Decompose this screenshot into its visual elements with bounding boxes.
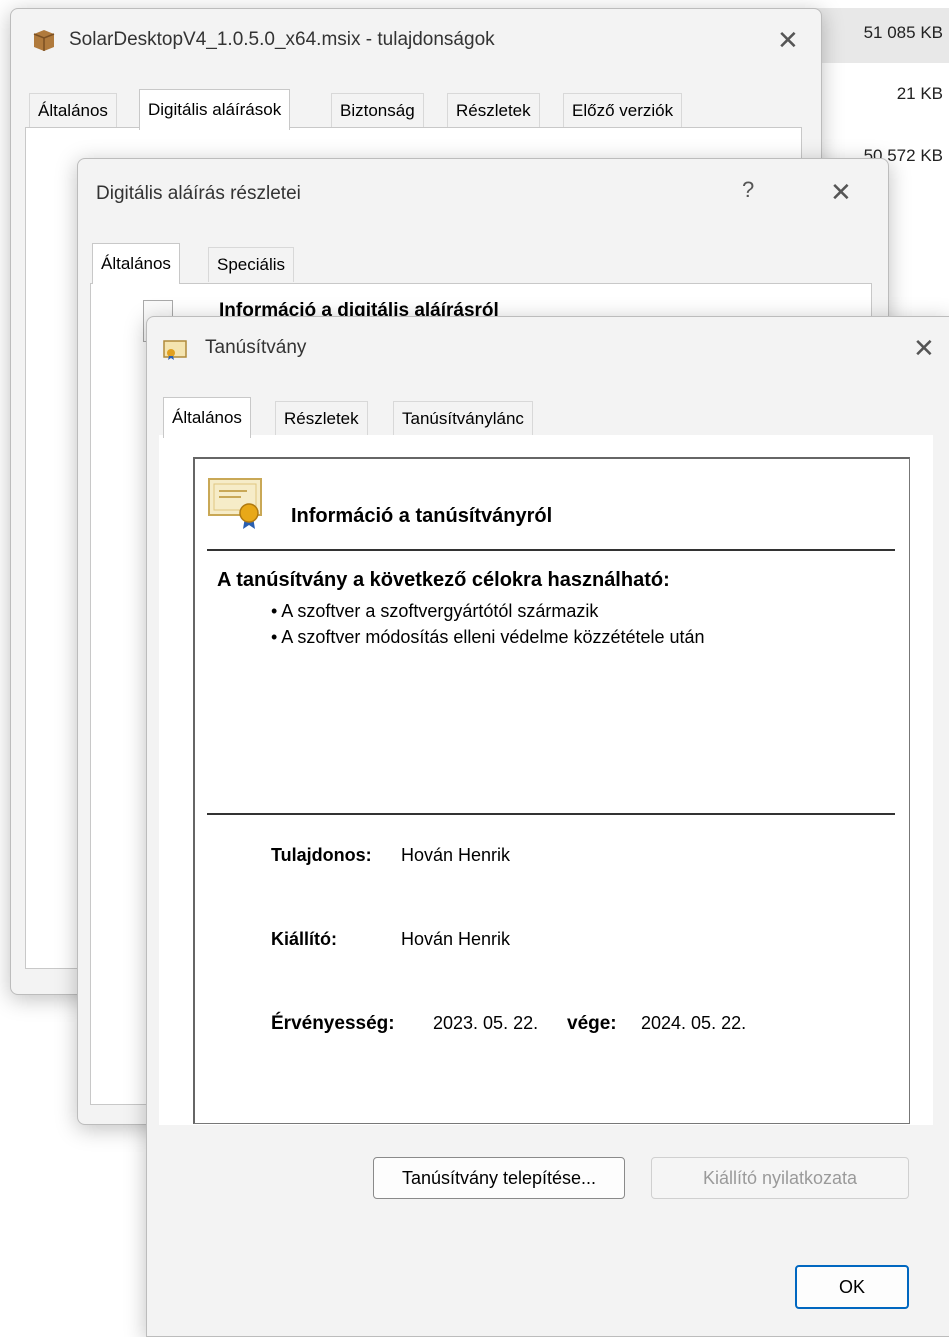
validity-label: Érvényesség: <box>271 1013 395 1034</box>
purpose-item: • A szoftver módosítás elleni védelme kö… <box>271 627 705 647</box>
certificate-window: Tanúsítvány ✕ Általános Részletek Tanúsí… <box>146 316 949 1337</box>
help-icon[interactable]: ? <box>742 179 754 201</box>
tab-bar: Általános Részletek Tanúsítványlánc <box>147 397 949 438</box>
certificate-large-icon <box>208 478 262 529</box>
purpose-heading: A tanúsítvány a következő célokra haszná… <box>217 569 670 591</box>
info-title: Információ a tanúsítványról <box>291 505 553 527</box>
valid-from: 2023. 05. 22. <box>433 1013 539 1033</box>
package-icon <box>33 30 55 51</box>
info-box: Információ a tanúsítványról A tanúsítván… <box>193 457 910 1124</box>
valid-to: 2024. 05. 22. <box>641 1013 747 1033</box>
install-certificate-button[interactable]: Tanúsítvány telepítése... <box>373 1157 625 1199</box>
issuer-label: Kiállító: <box>271 929 337 949</box>
tab-digital-signatures[interactable]: Digitális aláírások <box>139 89 291 130</box>
tab-general[interactable]: Általános <box>163 397 251 438</box>
issuer-value: Hován Henrik <box>401 929 511 949</box>
tab-panel: Információ a tanúsítványról A tanúsítván… <box>159 435 933 1125</box>
tab-general[interactable]: Általános <box>92 243 180 284</box>
window-title: SolarDesktopV4_1.0.5.0_x64.msix - tulajd… <box>69 29 495 50</box>
divider <box>207 813 895 815</box>
tab-details[interactable]: Részletek <box>275 401 368 436</box>
valid-to-label: vége: <box>567 1013 617 1034</box>
tab-general[interactable]: Általános <box>29 93 117 128</box>
issuer-statement-button[interactable]: Kiállító nyilatkozata <box>651 1157 909 1199</box>
window-title: Digitális aláírás részletei <box>96 183 301 204</box>
owner-label: Tulajdonos: <box>271 845 372 865</box>
tab-previous-versions[interactable]: Előző verziók <box>563 93 683 128</box>
divider <box>207 549 895 551</box>
tab-bar: Általános Digitális aláírások Biztonság … <box>11 89 821 130</box>
ok-button[interactable]: OK <box>795 1265 909 1309</box>
file-row-selected[interactable]: 51 085 KB <box>810 8 949 63</box>
tab-certificate-chain[interactable]: Tanúsítványlánc <box>393 401 533 436</box>
certificate-icon <box>163 340 187 360</box>
close-icon[interactable]: ✕ <box>777 27 799 53</box>
tab-bar: Általános Speciális <box>78 243 888 284</box>
purpose-item: • A szoftver a szoftvergyártótól származ… <box>271 601 599 621</box>
tab-details[interactable]: Részletek <box>447 93 540 128</box>
owner-value: Hován Henrik <box>401 845 511 865</box>
close-icon[interactable]: ✕ <box>913 335 935 361</box>
file-size: 51 085 KB <box>863 23 943 42</box>
window-title: Tanúsítvány <box>205 337 307 358</box>
tab-advanced[interactable]: Speciális <box>208 247 295 282</box>
close-icon[interactable]: ✕ <box>830 179 852 205</box>
file-size: 21 KB <box>896 84 943 103</box>
tab-security[interactable]: Biztonság <box>331 93 424 128</box>
